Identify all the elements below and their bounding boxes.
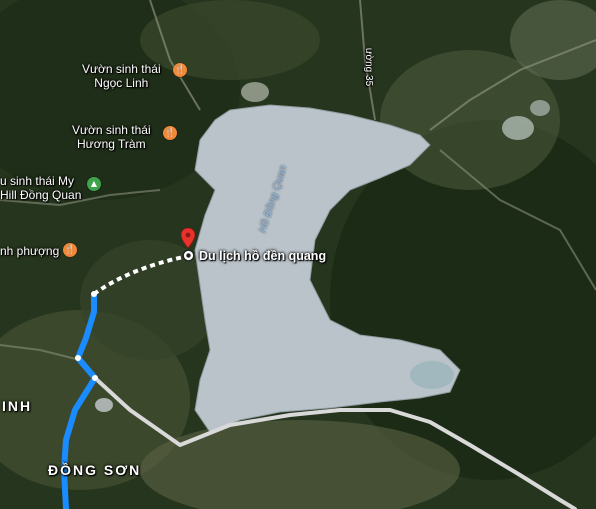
poi-label-line2: Ngọc Linh [94,76,149,90]
poi-vuon-huong-tram[interactable]: Vườn sinh thái Hương Tràm [72,123,151,151]
fork-knife-icon[interactable]: 🍴 [63,243,77,257]
poi-label-line1: u sinh thái My [0,174,75,188]
poi-label-line2: Hill Đồng Quan [0,188,82,202]
poi-my-hill[interactable]: u sinh thái My Hill Đồng Quan [0,174,81,202]
destination-dot-icon [182,249,195,262]
area-label-dong-son: ĐỒNG SƠN [48,462,142,478]
fork-knife-icon[interactable]: 🍴 [163,126,177,140]
road-label: ường 35 [363,47,375,87]
poi-label-line1: Vườn sinh thái [72,123,151,137]
red-pin-icon[interactable] [181,228,195,248]
mountain-icon[interactable]: ▲ [87,177,101,191]
poi-label-line1: Vườn sinh thái [82,62,161,76]
fork-knife-icon[interactable]: 🍴 [173,63,187,77]
area-label-inh: INH [2,398,33,414]
satellite-map[interactable]: 🍴 Vườn sinh thái Ngọc Linh 🍴 Vườn sinh t… [0,0,596,509]
poi-anh-phuong[interactable]: nh phượng [0,244,59,258]
destination-label[interactable]: Du lịch hồ đền quang [199,249,326,263]
poi-vuon-ngoc-linh[interactable]: Vườn sinh thái Ngọc Linh [82,62,161,90]
poi-label-line2: Hương Tràm [77,137,146,151]
